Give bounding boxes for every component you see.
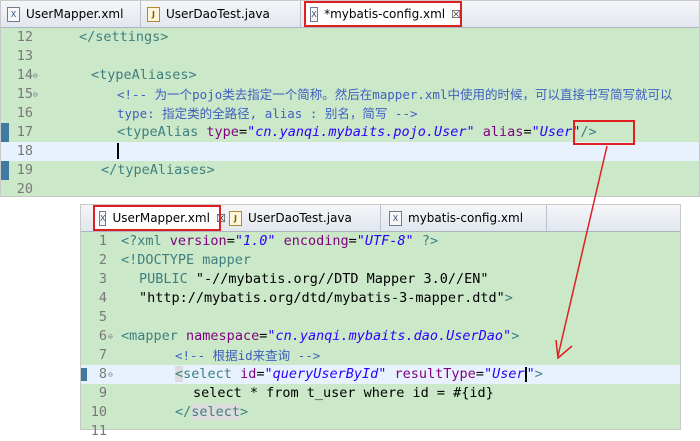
fold-toggle-icon[interactable]: ⊖ [33, 85, 38, 104]
java-file-icon: J [229, 210, 242, 226]
code-line: 13 [16, 48, 33, 64]
code-line-current: 8 ⊖ <select id="queryUserById" resultType=… [81, 365, 680, 384]
code-line: 1 <?xml version="1.0" encoding="UTF-8" ?> [98, 233, 439, 249]
code-line: 15 ⊖ <!-- 为一个pojo类去指定一个简称。然后在mapper.xml中使用… [16, 85, 673, 104]
code-line: 20 [16, 181, 33, 197]
code-line: 6 ⊖ <mapper namespace="cn.yanqi.mybaits.da… [98, 327, 520, 346]
tab-label: UserDaoTest.java [166, 7, 270, 21]
text-caret [117, 143, 119, 159]
code-line: 7 <!-- 根据id来查询 --> [98, 347, 321, 363]
xml-file-icon: X [389, 210, 402, 226]
code-line: 11 [90, 423, 107, 439]
code-line: 10 </select> [90, 404, 249, 420]
code-line: 4 "http://mybatis.org/dtd/mybatis-3-mappe… [98, 290, 513, 306]
code-line-current: 18 [1, 142, 699, 161]
tab-label: UserMapper.xml [26, 7, 124, 21]
config-editor-pane[interactable]: X UserMapper.xml J UserDaoTest.java X *m… [0, 0, 700, 197]
code-line: 2 <!DOCTYPE mapper [98, 252, 252, 268]
close-icon[interactable]: ☒ [451, 8, 461, 21]
tab-label: UserDaoTest.java [248, 211, 352, 225]
config-code-area[interactable]: 12 </settings> 13 14 ⊖ <typeAliases> 15 ⊖ <!-… [1, 28, 699, 197]
code-line: 14 ⊖ <typeAliases> [16, 66, 197, 85]
code-line: 17 <typeAlias type="cn.yanqi.mybaits.pojo… [16, 124, 597, 140]
mapper-code-area[interactable]: 1 <?xml version="1.0" encoding="UTF-8" ?>… [81, 232, 680, 439]
tab-label: *mybatis-config.xml [324, 7, 446, 21]
code-line: 12 </settings> [16, 29, 169, 45]
fold-toggle-icon[interactable]: ⊖ [108, 327, 113, 346]
code-line: 16 type: 指定类的全路径, alias : 别名，简写 --> [16, 105, 418, 121]
code-line: 5 [98, 309, 107, 325]
tab-mybatis-config-xml[interactable]: X mybatis-config.xml [383, 205, 547, 231]
xml-file-icon: X [310, 6, 319, 22]
tab-userdaotest-java[interactable]: J UserDaoTest.java [223, 205, 381, 231]
tab-userdaotest-java[interactable]: J UserDaoTest.java [141, 1, 301, 27]
xml-file-icon: X [99, 210, 107, 226]
tab-label: UserMapper.xml [112, 211, 210, 225]
code-line: 3 PUBLIC "-//mybatis.org//DTD Mapper 3.0/… [98, 271, 489, 287]
tab-mybatis-config-xml-active[interactable]: X *mybatis-config.xml ☒ [304, 1, 462, 27]
mapper-editor-tabbar: X UserMapper.xml ☒ J UserDaoTest.java X … [81, 205, 680, 232]
fold-toggle-icon[interactable]: ⊖ [33, 66, 38, 85]
fold-toggle-icon[interactable]: ⊖ [108, 365, 113, 384]
code-line: 19 </typeAliases> [16, 162, 215, 178]
tab-usermapper-xml-active[interactable]: X UserMapper.xml ☒ [93, 205, 226, 231]
java-file-icon: J [147, 6, 160, 22]
tab-usermapper-xml[interactable]: X UserMapper.xml [1, 1, 141, 27]
xml-file-icon: X [7, 6, 20, 22]
mapper-editor-pane[interactable]: X UserMapper.xml ☒ J UserDaoTest.java X … [80, 204, 681, 439]
tab-label: mybatis-config.xml [408, 211, 524, 225]
config-editor-tabbar: X UserMapper.xml J UserDaoTest.java X *m… [1, 1, 699, 28]
code-line: 9 select * from t_user where id = #{id} [98, 385, 494, 401]
